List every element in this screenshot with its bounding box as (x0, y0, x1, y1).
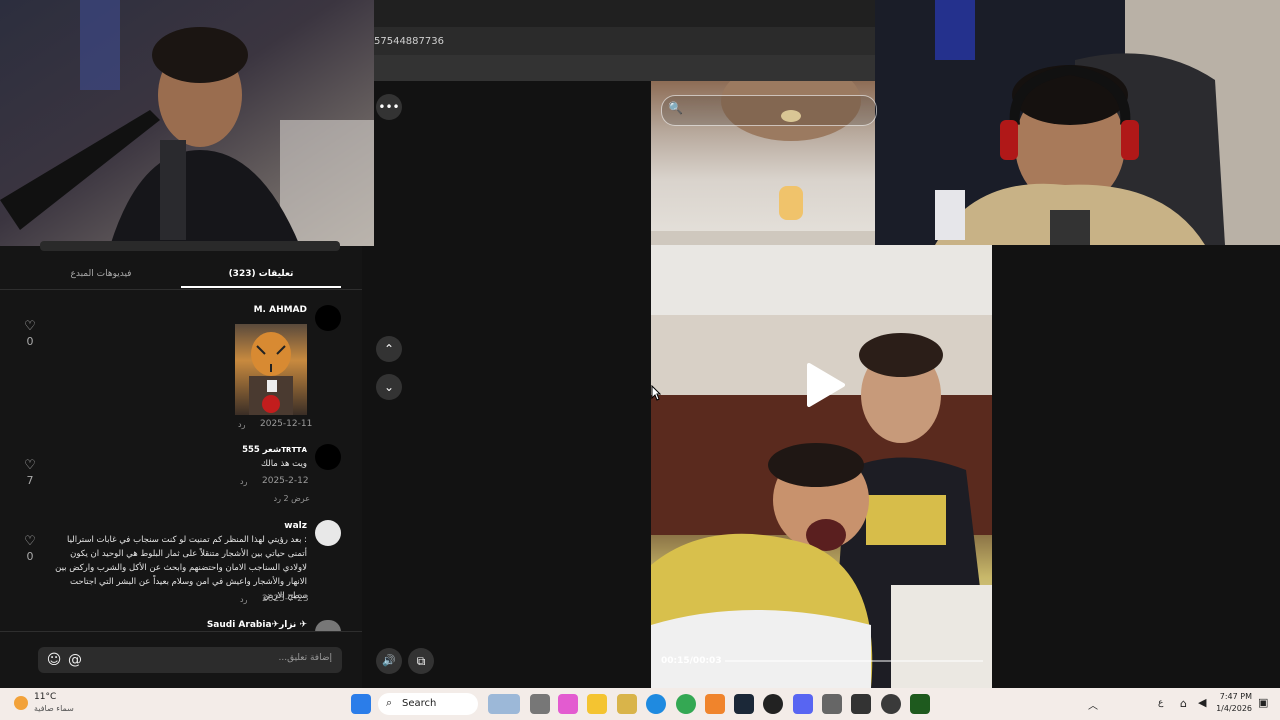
more-options-icon[interactable]: ••• (376, 94, 402, 120)
comment-image[interactable] (235, 324, 307, 415)
widget-icon[interactable] (488, 694, 520, 714)
steam-icon[interactable] (734, 694, 754, 714)
url-text[interactable]: 57544887736 (374, 36, 444, 47)
play-icon[interactable] (805, 363, 845, 407)
chrome-icon[interactable] (676, 694, 696, 714)
tab-creator-videos[interactable]: فيديوهات المبدع (21, 262, 181, 286)
webcam-right-scene (875, 0, 1280, 245)
webcam-left (0, 0, 374, 246)
video-progress-bar[interactable] (725, 660, 983, 662)
comment-author[interactable]: شعر 555ᴛʀᴛᴛᴀ (200, 445, 307, 455)
comment-input[interactable]: إضافة تعليق... ☺ @ (38, 647, 342, 673)
copilot-icon[interactable] (558, 694, 578, 714)
tab-comments[interactable]: (323) تعليقات (181, 262, 341, 288)
volume-tray-icon[interactable]: ◀ (1198, 696, 1206, 709)
reply-button[interactable]: رد (240, 477, 247, 486)
avatar[interactable] (315, 520, 341, 546)
weather-temp[interactable]: 11°C (34, 692, 56, 702)
comment-author[interactable]: Saudi Arabia✈نزار ✈ (180, 620, 307, 630)
video-timecode: 00:15/00:03 (661, 656, 722, 666)
browser-tabbar (374, 0, 875, 27)
taskbar: 11°C سماء صافية ⌕ Search ︿ ع ⌂ ◀ 7:47 PM… (0, 688, 1280, 720)
save-icon[interactable]: ⧉ (408, 648, 434, 674)
taskbar-search-label: Search (402, 698, 437, 709)
heart-icon[interactable]: ♡ (23, 320, 37, 334)
clock-time[interactable]: 7:47 PM (1216, 692, 1252, 701)
search-icon[interactable]: 🔍 (668, 101, 683, 115)
emoji-icon[interactable]: ☺ (46, 651, 62, 669)
comment-date: 2025-12-11 (260, 419, 313, 429)
video-search-box[interactable]: 🔍 (661, 95, 877, 126)
obs-icon[interactable] (763, 694, 783, 714)
network-icon[interactable]: ⌂ (1180, 697, 1187, 710)
like-count: 0 (26, 550, 34, 563)
browser-address-bar[interactable] (374, 27, 875, 55)
comment-author[interactable]: walz (200, 521, 307, 531)
comment-date: 2025-2-12 (262, 476, 309, 486)
task-view-icon[interactable] (530, 694, 550, 714)
tiger-image (249, 332, 293, 415)
comment-author[interactable]: M. AHMAD (200, 305, 307, 315)
tabs-divider (0, 289, 362, 290)
comment-input-placeholder: إضافة تعليق... (278, 653, 332, 663)
next-video-icon[interactable]: ⌄ (376, 374, 402, 400)
file-explorer-icon[interactable] (587, 694, 607, 714)
notification-icon[interactable]: ▣ (1258, 696, 1268, 709)
language-indicator[interactable]: ع (1158, 698, 1163, 708)
previous-video-icon[interactable]: ⌃ (376, 336, 402, 362)
browser-toolbar (374, 55, 875, 81)
app-icon[interactable] (822, 694, 842, 714)
avatar[interactable] (315, 305, 341, 331)
folder-icon[interactable] (617, 694, 637, 714)
comment-text: ويت هذ مالك (260, 459, 307, 469)
like-count: 0 (26, 335, 34, 348)
video-scene (651, 245, 992, 688)
edge-icon[interactable] (646, 694, 666, 714)
volume-icon[interactable]: 🔊 (376, 648, 402, 674)
cursor-icon (651, 385, 661, 401)
search-icon: ⌕ (386, 696, 393, 709)
heart-icon[interactable]: ♡ (23, 535, 37, 549)
webcam-left-scene (0, 0, 374, 246)
reply-button[interactable]: رد (238, 420, 245, 429)
like-count: 7 (26, 474, 34, 487)
discord-icon[interactable] (793, 694, 813, 714)
webcam-right (875, 0, 1280, 245)
clock-date[interactable]: 1/4/2026 (1214, 704, 1252, 713)
app-icon[interactable] (881, 694, 901, 714)
comment-text: : بعد رؤيتي لهذا المنظر كم تمنيت لو كنت … (55, 535, 307, 601)
windows-start-icon[interactable] (351, 694, 371, 714)
app-icon[interactable] (705, 694, 725, 714)
comments-tabs: (323) تعليقات فيديوهات المبدع (0, 262, 362, 288)
comment-date: 2025-7-23 (262, 594, 309, 604)
description-bar (40, 241, 340, 251)
input-divider (0, 631, 362, 632)
mention-icon[interactable]: @ (67, 651, 83, 669)
view-replies-button[interactable]: عرض 2 رد (258, 494, 310, 503)
avatar[interactable] (315, 444, 341, 470)
app-icon[interactable] (851, 694, 871, 714)
weather-desc[interactable]: سماء صافية (34, 704, 74, 713)
heart-icon[interactable]: ♡ (23, 459, 37, 473)
video-player[interactable] (651, 245, 992, 688)
tray-chevron-icon[interactable]: ︿ (1088, 697, 1098, 712)
taskbar-search[interactable]: ⌕ Search (378, 693, 478, 715)
reply-button[interactable]: رد (240, 595, 247, 604)
weather-icon[interactable] (14, 696, 28, 710)
app-icon[interactable] (910, 694, 930, 714)
stop-cringe-badge (262, 395, 280, 413)
